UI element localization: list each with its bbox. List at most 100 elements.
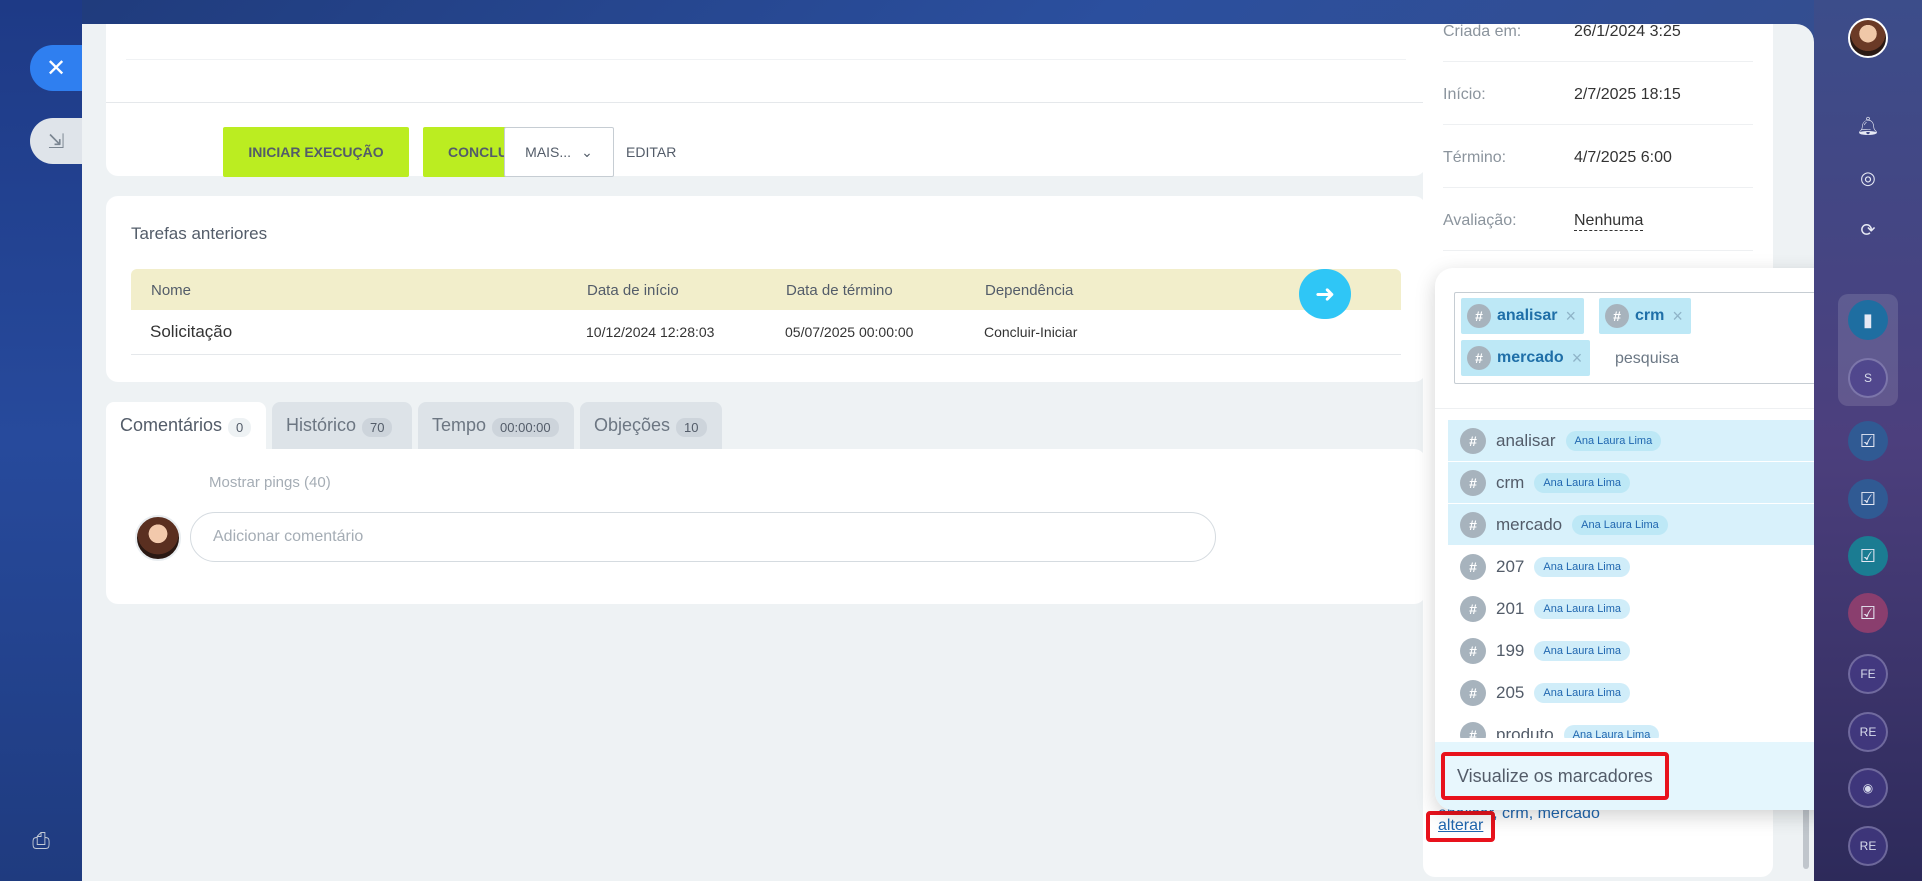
arrow-right-icon[interactable]: ➜	[1299, 269, 1351, 319]
tag-search-input[interactable]: pesquisa	[1615, 350, 1679, 368]
show-pings-link[interactable]: Mostrar pings (40)	[209, 474, 331, 491]
recent-item-re[interactable]: RE	[1848, 826, 1888, 866]
task-icon[interactable]: ☑	[1848, 593, 1888, 633]
list-item[interactable]: # analisar Ana Laura Lima ✔	[1448, 420, 1814, 461]
task-name-link[interactable]: Solicitação	[150, 322, 232, 342]
hash-icon: #	[1605, 304, 1629, 328]
remove-icon[interactable]: ×	[1565, 306, 1576, 327]
tab-count: 70	[362, 418, 393, 437]
task-icon[interactable]: ☑	[1848, 479, 1888, 519]
bell-icon[interactable]: 🔔︎	[1848, 106, 1888, 146]
hash-icon: #	[1460, 469, 1486, 496]
tab-label: Comentários	[120, 415, 223, 435]
tag-label: 207	[1496, 556, 1525, 576]
column-header: Dependência	[985, 282, 1074, 299]
avatar	[135, 515, 181, 561]
list-item[interactable]: # 199 Ana Laura Lima	[1448, 630, 1814, 671]
hash-icon: #	[1460, 427, 1486, 454]
tag-label: analisar	[1496, 430, 1556, 450]
dependency: Concluir-Iniciar	[984, 324, 1078, 340]
close-slider-button[interactable]: ✕	[30, 45, 82, 91]
previous-tasks-title: Tarefas anteriores	[131, 224, 268, 243]
tag-chip: # mercado ×	[1461, 340, 1591, 376]
hash-icon: #	[1460, 637, 1486, 664]
start-date: 10/12/2024 12:28:03	[586, 324, 715, 340]
tab-time[interactable]: Tempo 00:00:00	[418, 402, 574, 449]
recent-item-s[interactable]: S	[1848, 358, 1888, 398]
tab-label: Objeções	[594, 415, 671, 435]
sync-icon[interactable]: ⟳	[1848, 210, 1888, 250]
previous-tasks-card: Tarefas anteriores Nome Data de início D…	[106, 196, 1426, 382]
tab-history[interactable]: Histórico 70	[272, 402, 412, 449]
info-row: Criada em: 26/1/2024 3:25	[1443, 24, 1753, 62]
owner-badge: Ana Laura Lima	[1534, 598, 1631, 619]
owner-badge: Ana Laura Lima	[1534, 640, 1631, 661]
tag-chip: # analisar ×	[1461, 298, 1584, 334]
hash-icon: #	[1460, 553, 1486, 580]
more-button[interactable]: MAIS... ⌄	[504, 127, 614, 177]
list-item[interactable]: # produto Ana Laura Lima	[1448, 714, 1814, 738]
goals-icon[interactable]: ◎	[1848, 158, 1888, 198]
right-sidebar: 🔔︎ ◎ ⟳ ▮ S ☑ ☑ ☑ ☑ FE RE ◉ RE	[1814, 0, 1922, 881]
task-icon[interactable]: ☑	[1848, 421, 1888, 461]
table-header: Nome Data de início Data de término Depe…	[131, 269, 1401, 310]
hash-icon: #	[1460, 679, 1486, 706]
recent-item-fe[interactable]: FE	[1848, 654, 1888, 694]
rating-value[interactable]: Nenhuma	[1574, 212, 1644, 231]
end-date: 05/07/2025 00:00:00	[785, 324, 914, 340]
hash-icon: #	[1467, 346, 1491, 370]
tab-count: 10	[676, 418, 707, 437]
tag-label: mercado	[1496, 514, 1563, 534]
minimize-slider-button[interactable]: ⇲	[30, 118, 82, 164]
tab-label: Tempo	[432, 415, 487, 435]
info-value: 4/7/2025 6:00	[1574, 149, 1672, 166]
recent-item-re[interactable]: RE	[1848, 712, 1888, 752]
tag-label: 201	[1496, 598, 1525, 618]
list-item[interactable]: # 207 Ana Laura Lima	[1448, 546, 1814, 587]
minimize-icon: ⇲	[47, 130, 65, 153]
tags-popup: # analisar × # crm × # mercado × pesquis…	[1435, 268, 1814, 810]
remove-icon[interactable]: ×	[1672, 306, 1683, 327]
table-row[interactable]: Solicitação 10/12/2024 12:28:03 05/07/20…	[131, 310, 1401, 355]
tag-label: 205	[1496, 682, 1525, 702]
task-actions-card: INICIAR EXECUÇÃO CONCLUIR MAIS... ⌄ EDIT…	[106, 24, 1426, 177]
tag-selector[interactable]: # analisar × # crm × # mercado × pesquis…	[1454, 292, 1814, 384]
list-item[interactable]: # crm Ana Laura Lima ✔	[1448, 462, 1814, 503]
hash-icon: #	[1460, 721, 1486, 738]
task-icon[interactable]: ☑	[1848, 536, 1888, 576]
edit-button[interactable]: EDITAR	[626, 127, 676, 177]
comments-panel: Mostrar pings (40) Adicionar comentário	[106, 449, 1426, 604]
owner-badge: Ana Laura Lima	[1572, 514, 1668, 535]
start-execution-button[interactable]: INICIAR EXECUÇÃO	[223, 127, 409, 177]
more-label: MAIS...	[525, 144, 572, 160]
close-icon: ✕	[45, 54, 67, 82]
info-row: Término: 4/7/2025 6:00	[1443, 125, 1753, 188]
info-label: Início:	[1443, 86, 1486, 103]
hash-icon: #	[1467, 304, 1491, 328]
tab-objections[interactable]: Objeções 10	[580, 402, 722, 449]
divider	[126, 59, 1406, 60]
info-value: 2/7/2025 18:15	[1574, 86, 1681, 103]
hash-icon: #	[1460, 595, 1486, 622]
bookmark-icon[interactable]: ▮	[1848, 300, 1888, 340]
list-item[interactable]: # 201 Ana Laura Lima	[1448, 588, 1814, 629]
list-item[interactable]: # 205 Ana Laura Lima	[1448, 672, 1814, 713]
copilot-icon[interactable]: ◉	[1848, 768, 1888, 808]
tag-label: 199	[1496, 640, 1525, 660]
task-slider: INICIAR EXECUÇÃO CONCLUIR MAIS... ⌄ EDIT…	[82, 24, 1814, 881]
info-row: Início: 2/7/2025 18:15	[1443, 62, 1753, 125]
owner-badge: Ana Laura Lima	[1534, 472, 1630, 493]
change-tags-link[interactable]: alterar	[1426, 811, 1496, 842]
info-label: Término:	[1443, 149, 1507, 166]
print-icon[interactable]: ⎙	[28, 828, 54, 854]
tag-list: # analisar Ana Laura Lima ✔ # crm Ana La…	[1448, 420, 1814, 738]
tab-label: Histórico	[286, 415, 357, 435]
comment-input[interactable]: Adicionar comentário	[190, 512, 1216, 562]
tab-comments[interactable]: Comentários 0	[106, 402, 266, 449]
user-avatar[interactable]	[1848, 18, 1888, 58]
list-item[interactable]: # mercado Ana Laura Lima ✔	[1448, 504, 1814, 545]
remove-icon[interactable]: ×	[1572, 348, 1583, 369]
info-value: 26/1/2024 3:25	[1574, 24, 1681, 40]
column-header: Data de início	[587, 282, 679, 299]
view-tags-button[interactable]: Visualize os marcadores	[1441, 752, 1669, 800]
